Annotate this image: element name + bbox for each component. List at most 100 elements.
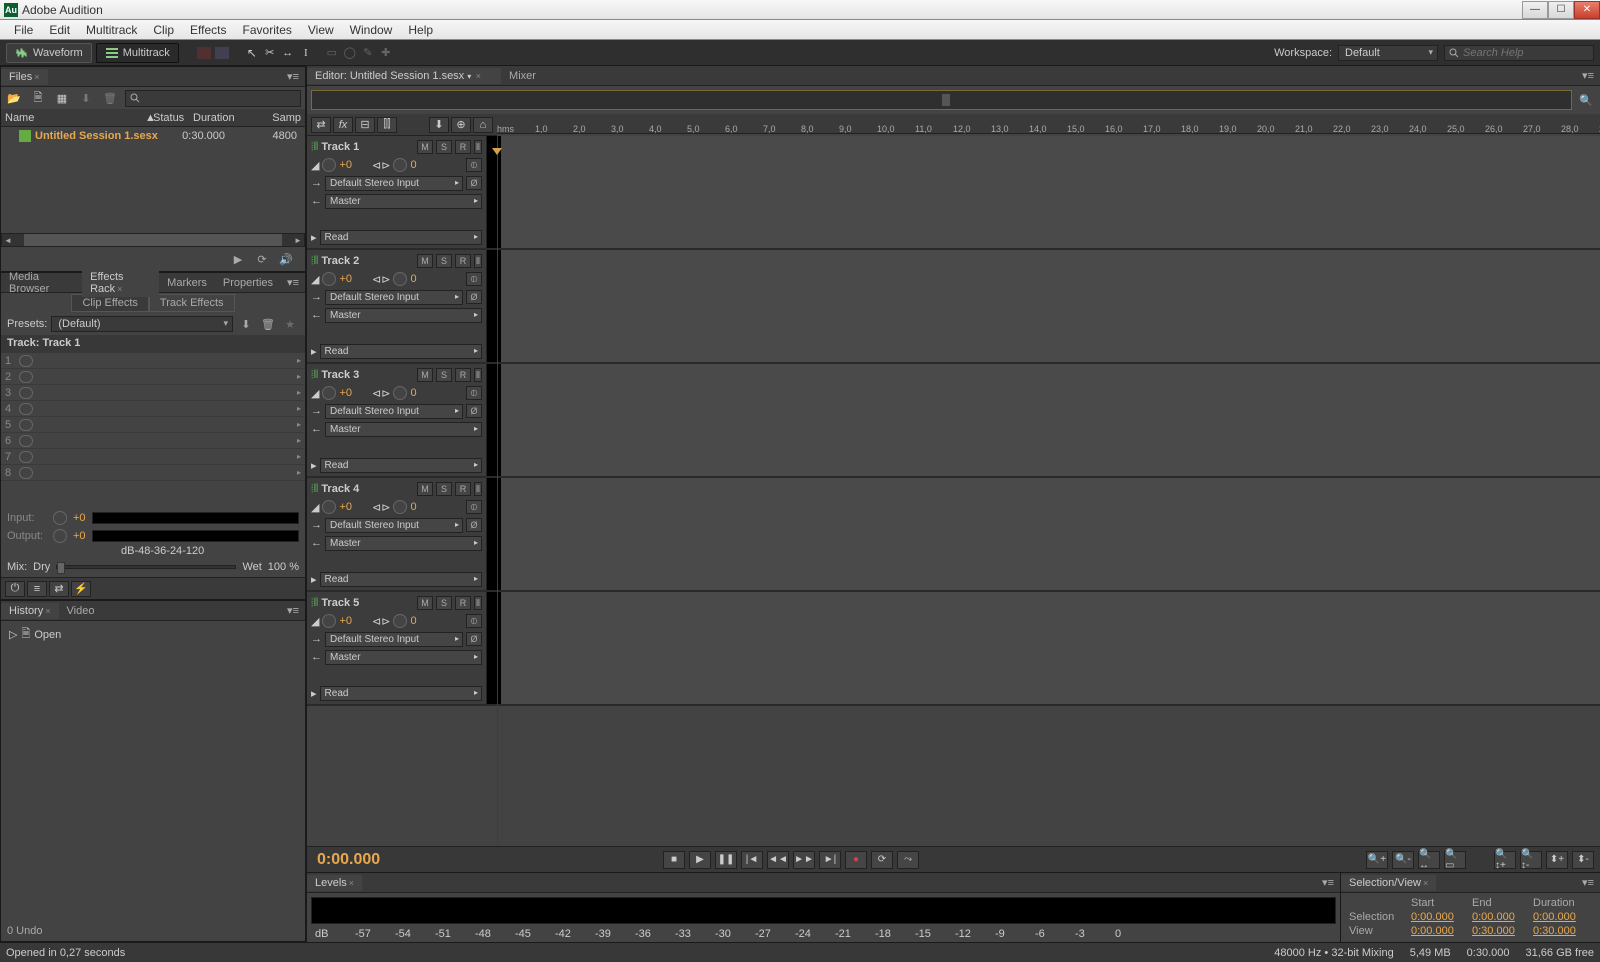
- tool-a-button[interactable]: ⊕: [451, 117, 471, 133]
- chevron-right-icon[interactable]: ▸: [297, 420, 301, 429]
- output-gain-value[interactable]: +0: [73, 530, 86, 542]
- pan-value[interactable]: 0: [410, 387, 416, 399]
- pan-knob[interactable]: [393, 500, 407, 514]
- track-lane[interactable]: [501, 478, 1600, 590]
- menu-effects[interactable]: Effects: [182, 23, 234, 37]
- levels-tab[interactable]: Levels×: [307, 875, 362, 891]
- zoom-in-button[interactable]: 🔍+: [1366, 851, 1388, 869]
- time-tool[interactable]: I: [297, 44, 315, 62]
- mute-button[interactable]: M: [417, 368, 433, 382]
- solo-button[interactable]: S: [436, 368, 452, 382]
- input-gain-value[interactable]: +0: [73, 512, 86, 524]
- sv-sel-end[interactable]: 0:00.000: [1472, 911, 1531, 923]
- search-help-box[interactable]: [1444, 45, 1594, 61]
- volume-knob[interactable]: [322, 158, 336, 172]
- track-effects-tab[interactable]: Track Effects: [149, 294, 235, 312]
- record-arm-button[interactable]: R: [455, 368, 471, 382]
- col-duration[interactable]: Duration: [189, 112, 241, 124]
- monitor-button[interactable]: ⦀: [474, 254, 482, 268]
- mute-button[interactable]: M: [417, 254, 433, 268]
- sv-view-end[interactable]: 0:30.000: [1472, 925, 1531, 937]
- zoom-full-button[interactable]: 🔍↔: [1418, 851, 1440, 869]
- timecode-display[interactable]: 0:00.000: [313, 851, 613, 869]
- razor-tool[interactable]: ✂: [261, 44, 279, 62]
- track-lane[interactable]: [501, 136, 1600, 248]
- effect-slot[interactable]: 6▸: [1, 433, 305, 449]
- play-button[interactable]: ▶: [689, 851, 711, 869]
- link-button[interactable]: ⇄: [49, 581, 69, 597]
- editor-tab[interactable]: Editor: Untitled Session 1.sesx ▾ ×: [307, 68, 501, 84]
- track-output-dropdown[interactable]: Master: [325, 422, 482, 437]
- close-icon[interactable]: ×: [45, 606, 50, 616]
- open-file-button[interactable]: 📂: [5, 89, 23, 107]
- process-button[interactable]: ⚡: [71, 581, 91, 597]
- phase-button[interactable]: ⦶: [466, 500, 482, 514]
- close-icon[interactable]: ×: [473, 71, 481, 81]
- fx-button[interactable]: fx: [333, 117, 353, 133]
- track-handle-icon[interactable]: ⦙⦀: [311, 597, 318, 610]
- insert-button[interactable]: ⬇: [77, 89, 95, 107]
- volume-value[interactable]: +0: [339, 273, 352, 285]
- col-status[interactable]: Status: [149, 112, 189, 124]
- effect-slot[interactable]: 2▸: [1, 369, 305, 385]
- pan-value[interactable]: 0: [410, 615, 416, 627]
- zoom-sel-button[interactable]: 🔍▭: [1444, 851, 1466, 869]
- input-mono-button[interactable]: Ø: [466, 404, 482, 418]
- markers-tab[interactable]: Markers: [159, 275, 215, 291]
- panel-menu-icon[interactable]: ▾≡: [281, 604, 305, 617]
- goto-end-button[interactable]: ►|: [819, 851, 841, 869]
- automation-expand-icon[interactable]: ▸: [311, 459, 317, 472]
- close-file-button[interactable]: 🗑: [101, 89, 119, 107]
- phase-button[interactable]: ⦶: [466, 386, 482, 400]
- pan-value[interactable]: 0: [410, 501, 416, 513]
- zoom-in-track-button[interactable]: ⬍+: [1546, 851, 1568, 869]
- overview-navigator[interactable]: [311, 90, 1572, 110]
- slot-power-button[interactable]: [19, 467, 33, 479]
- track-handle-icon[interactable]: ⦙⦀: [311, 369, 318, 382]
- track-handle-icon[interactable]: ⦙⦀: [311, 255, 318, 268]
- rewind-button[interactable]: ◄◄: [767, 851, 789, 869]
- volume-knob[interactable]: [322, 614, 336, 628]
- effect-slot[interactable]: 5▸: [1, 417, 305, 433]
- monitor-button[interactable]: ⦀: [474, 140, 482, 154]
- menu-favorites[interactable]: Favorites: [235, 23, 300, 37]
- track-input-dropdown[interactable]: Default Stereo Input: [325, 404, 463, 419]
- heal-tool[interactable]: ✚: [377, 44, 395, 62]
- track-name[interactable]: Track 1: [321, 141, 414, 153]
- brush-tool[interactable]: ✎: [359, 44, 377, 62]
- stop-button[interactable]: ■: [663, 851, 685, 869]
- pan-knob[interactable]: [393, 614, 407, 628]
- slot-power-button[interactable]: [19, 435, 33, 447]
- effects-rack-tab[interactable]: Effects Rack×: [82, 269, 159, 297]
- close-button[interactable]: ✕: [1574, 1, 1600, 19]
- chevron-right-icon[interactable]: ▸: [297, 452, 301, 461]
- mute-button[interactable]: M: [417, 596, 433, 610]
- new-multitrack-button[interactable]: ▦: [53, 89, 71, 107]
- files-search-box[interactable]: [125, 90, 301, 107]
- effect-slot[interactable]: 7▸: [1, 449, 305, 465]
- close-icon[interactable]: ×: [34, 72, 39, 82]
- track-name[interactable]: Track 2: [321, 255, 414, 267]
- panel-menu-icon[interactable]: ▾≡: [281, 70, 305, 83]
- panel-menu-icon[interactable]: ▾≡: [1576, 69, 1600, 82]
- files-autoplay-button[interactable]: 🔊: [277, 250, 295, 268]
- menu-clip[interactable]: Clip: [145, 23, 182, 37]
- solo-button[interactable]: S: [436, 482, 452, 496]
- automation-mode-dropdown[interactable]: Read: [320, 344, 482, 359]
- effect-slot[interactable]: 1▸: [1, 353, 305, 369]
- track-output-dropdown[interactable]: Master: [325, 308, 482, 323]
- files-loop-button[interactable]: ⟳: [253, 250, 271, 268]
- mute-button[interactable]: M: [417, 140, 433, 154]
- file-row[interactable]: Untitled Session 1.sesx 0:30.000 4800: [1, 127, 305, 145]
- track-output-dropdown[interactable]: Master: [325, 194, 482, 209]
- presets-dropdown[interactable]: (Default): [51, 316, 233, 332]
- input-gain-knob[interactable]: [53, 511, 67, 525]
- input-mono-button[interactable]: Ø: [466, 632, 482, 646]
- video-tab[interactable]: Video: [59, 603, 103, 619]
- multitrack-mode-button[interactable]: Multitrack: [96, 43, 179, 63]
- volume-value[interactable]: +0: [339, 615, 352, 627]
- close-icon[interactable]: ×: [1423, 878, 1428, 888]
- phase-button[interactable]: ⦶: [466, 272, 482, 286]
- import-button[interactable]: 🗎: [29, 89, 47, 107]
- files-play-button[interactable]: ▶: [229, 250, 247, 268]
